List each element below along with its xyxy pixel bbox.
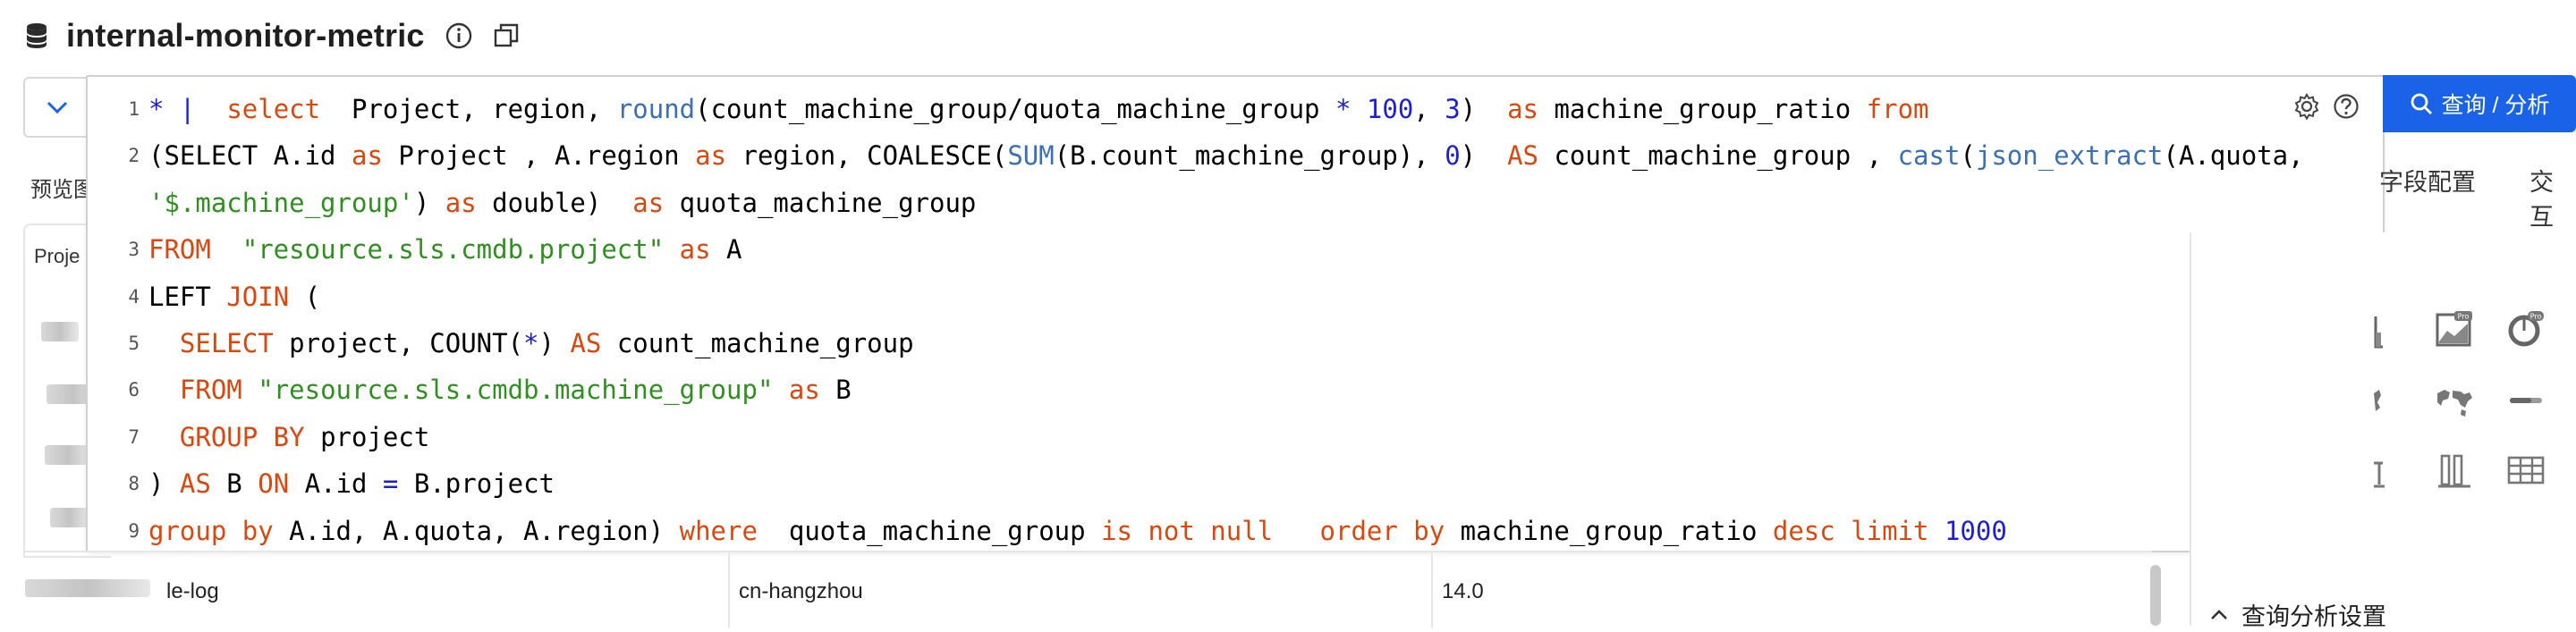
blurred-cell xyxy=(50,508,89,527)
code-text: LEFT JOIN ( xyxy=(148,281,321,312)
code-text: group by A.id, A.quota, A.region) where … xyxy=(148,515,2007,546)
blurred-cell xyxy=(45,445,91,465)
code-line[interactable]: 7 GROUP BY project xyxy=(88,417,2383,464)
database-icon xyxy=(21,21,52,51)
progress-bar-icon[interactable] xyxy=(2506,381,2546,420)
line-number: 5 xyxy=(128,333,140,354)
gear-icon[interactable] xyxy=(2293,93,2320,124)
text-partial-icon[interactable] xyxy=(2372,452,2411,492)
line-number: 3 xyxy=(128,239,140,261)
info-icon[interactable] xyxy=(445,21,473,50)
table-scrollbar[interactable] xyxy=(2150,565,2161,626)
code-text: SELECT project, COUNT(*) AS count_machin… xyxy=(179,328,914,358)
line-number: 7 xyxy=(128,426,140,448)
code-line[interactable]: 2 (SELECT A.id as Project , A.region as r… xyxy=(88,136,2383,182)
editor-toolbar xyxy=(2293,93,2360,124)
line-number: 2 xyxy=(128,145,140,167)
settings-label: 查询分析设置 xyxy=(2241,603,2386,630)
page-header: internal-monitor-metric xyxy=(21,13,520,59)
line-number: 8 xyxy=(128,473,140,495)
help-icon[interactable] xyxy=(2333,93,2360,124)
line-number: 6 xyxy=(128,379,140,401)
gauge-pro-icon[interactable]: Pro xyxy=(2506,309,2546,349)
pie-chart-partial-icon[interactable] xyxy=(2372,311,2411,350)
query-analyze-button[interactable]: 查询 / 分析 xyxy=(2383,75,2576,132)
chevron-up-icon xyxy=(2211,609,2227,619)
result-table: le-log cn-hangzhou 14.0 xyxy=(23,551,2152,628)
code-line[interactable]: '$.machine_group') as double) as quota_m… xyxy=(88,183,2383,230)
copy-icon[interactable] xyxy=(493,22,520,49)
code-text: FROM "resource.sls.cmdb.machine_group" a… xyxy=(179,375,852,406)
code-text: ) AS B ON A.id = B.project xyxy=(148,468,555,500)
table-cell-ratio: 14.0 xyxy=(1442,579,1484,603)
column-divider xyxy=(1431,552,1433,628)
column-header-project: Proje xyxy=(34,245,80,267)
table-chart-icon[interactable] xyxy=(2506,451,2546,490)
line-number: 9 xyxy=(128,519,140,542)
chart-type-panel: Pro Pro xyxy=(2190,232,2576,626)
blurred-cell xyxy=(25,579,150,597)
table-cell-project: le-log xyxy=(166,579,219,603)
chevron-down-icon xyxy=(47,101,68,114)
world-map-icon[interactable] xyxy=(2435,383,2474,422)
area-chart-pro-icon[interactable]: Pro xyxy=(2435,309,2474,349)
code-line[interactable]: 1 * | select Project, region, round(count… xyxy=(88,89,2383,136)
bar-chart-icon[interactable] xyxy=(2435,451,2474,490)
code-line[interactable]: 3 FROM "resource.sls.cmdb.project" as A xyxy=(88,230,2383,276)
blurred-cell xyxy=(41,322,79,341)
svg-text:Pro: Pro xyxy=(2530,313,2542,321)
code-text: (SELECT A.id as Project , A.region as re… xyxy=(148,140,2304,172)
code-line[interactable]: 4 LEFT JOIN ( xyxy=(88,277,2383,324)
tab-field-config[interactable]: 字段配置 xyxy=(2379,163,2476,198)
tab-interaction[interactable]: 交互 xyxy=(2529,163,2576,232)
code-line[interactable]: 6 FROM "resource.sls.cmdb.machine_group"… xyxy=(88,370,2383,417)
code-text: '$.machine_group') as double) as quota_m… xyxy=(148,187,977,218)
map-partial-icon[interactable] xyxy=(2372,381,2411,420)
query-button-label: 查询 / 分析 xyxy=(2441,93,2550,118)
line-number: 4 xyxy=(128,285,140,308)
svg-text:Pro: Pro xyxy=(2458,313,2470,321)
code-text: GROUP BY project xyxy=(179,421,430,452)
line-number: 1 xyxy=(128,98,140,120)
sql-editor[interactable]: 1 * | select Project, region, round(count… xyxy=(86,75,2385,552)
code-text: * | select Project, region, round(count_… xyxy=(148,94,1929,124)
logstore-dropdown[interactable] xyxy=(23,77,89,138)
code-line[interactable]: 9 group by A.id, A.quota, A.region) where… xyxy=(88,511,2383,551)
code-line[interactable]: 5 SELECT project, COUNT(*) AS count_mach… xyxy=(88,324,2383,370)
page-title: internal-monitor-metric xyxy=(66,17,425,54)
query-analysis-settings[interactable]: 查询分析设置 xyxy=(2209,597,2386,632)
column-divider xyxy=(728,552,730,628)
search-icon xyxy=(2411,93,2432,114)
code-text: FROM "resource.sls.cmdb.project" as A xyxy=(148,234,742,265)
code-line[interactable]: 8 ) AS B ON A.id = B.project xyxy=(88,464,2383,510)
table-cell-region: cn-hangzhou xyxy=(739,579,863,603)
